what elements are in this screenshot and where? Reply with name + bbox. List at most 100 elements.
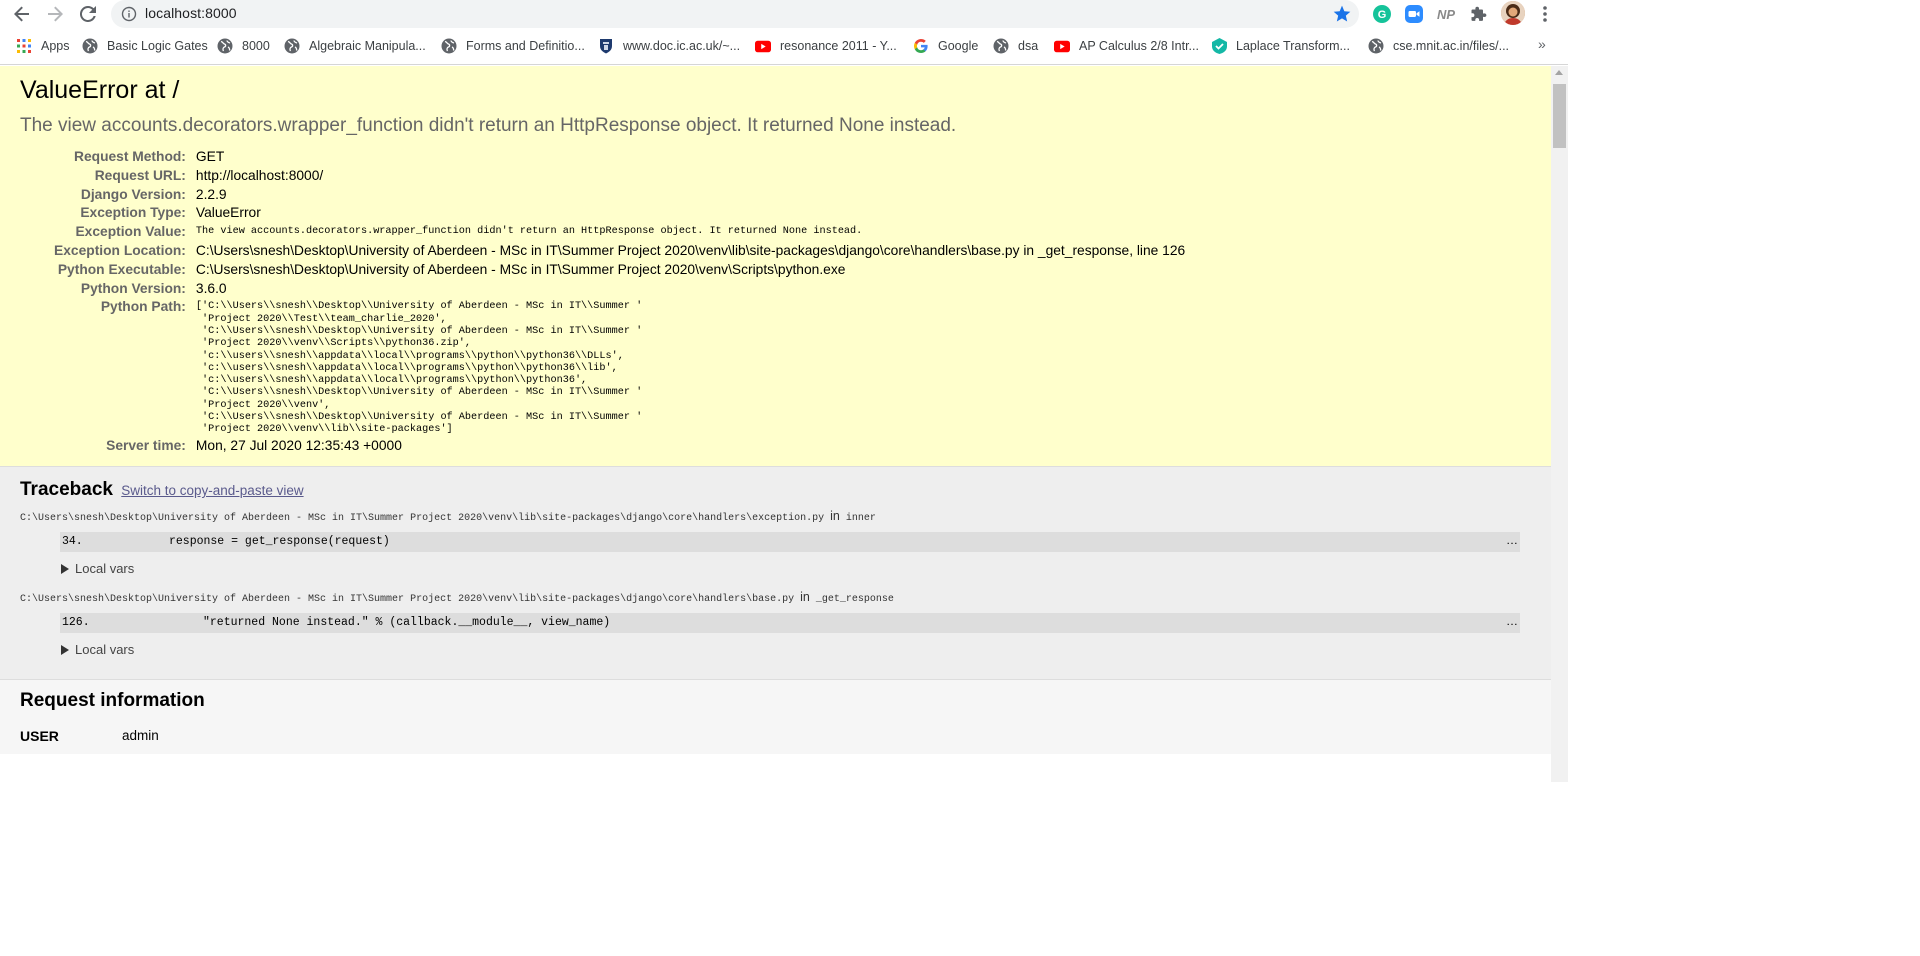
globe-icon bbox=[217, 38, 233, 54]
globe-icon bbox=[82, 38, 98, 54]
bookmark-doc-ic-ac-uk[interactable]: www.doc.ic.ac.uk/~... bbox=[598, 36, 740, 56]
scroll-thumb[interactable] bbox=[1553, 84, 1566, 148]
meta-key: Python Executable: bbox=[57, 261, 186, 277]
meta-value: 3.6.0 bbox=[195, 280, 227, 296]
local-vars-toggle[interactable]: Local vars bbox=[61, 642, 1531, 657]
np-extension[interactable]: NP bbox=[1435, 3, 1457, 25]
user-key: USER bbox=[20, 728, 59, 745]
meta-row: Python Executable: C:\Users\snesh\Deskto… bbox=[22, 261, 1185, 280]
traceback-heading: Traceback Switch to copy-and-paste view bbox=[20, 479, 1531, 501]
meta-key: Exception Value: bbox=[75, 224, 186, 240]
frame-file-path: C:\Users\snesh\Desktop\University of Abe… bbox=[20, 509, 1531, 524]
bookmarks-overflow-button[interactable]: » bbox=[1538, 36, 1546, 52]
copy-paste-view-link[interactable]: Switch to copy-and-paste view bbox=[121, 483, 303, 498]
bookmark-label: Basic Logic Gates bbox=[107, 39, 208, 53]
meta-row: Django Version: 2.2.9 bbox=[22, 186, 1185, 205]
bookmark-google[interactable]: Google bbox=[913, 36, 978, 56]
meta-key: Django Version: bbox=[80, 186, 186, 202]
reload-icon bbox=[80, 6, 96, 22]
more-vert-icon bbox=[1543, 6, 1547, 22]
grammarly-extension[interactable]: G bbox=[1371, 3, 1393, 25]
bookmark-apps[interactable]: Apps bbox=[16, 36, 70, 56]
arrow-right-icon bbox=[48, 6, 63, 22]
request-user-row: USER admin bbox=[20, 728, 1531, 744]
puzzle-icon bbox=[1471, 6, 1487, 21]
meta-value: Mon, 27 Jul 2020 12:35:43 +0000 bbox=[195, 437, 402, 453]
user-value: admin bbox=[122, 728, 159, 744]
back-button[interactable] bbox=[11, 3, 33, 25]
profile-avatar[interactable] bbox=[1501, 1, 1525, 25]
bookmark-ap-calculus[interactable]: AP Calculus 2/8 Intr... bbox=[1054, 36, 1199, 56]
address-bar[interactable]: localhost:8000 bbox=[111, 0, 1359, 28]
globe-icon bbox=[993, 38, 1009, 54]
error-summary: ValueError at / The view accounts.decora… bbox=[0, 66, 1551, 468]
browser-toolbar: localhost:8000 G NP bbox=[0, 0, 1568, 28]
globe-icon bbox=[1368, 38, 1384, 54]
bookmark-basic-logic-gates[interactable]: Basic Logic Gates bbox=[82, 36, 208, 56]
bookmark-dsa[interactable]: dsa bbox=[993, 36, 1038, 56]
meta-key: Python Path: bbox=[100, 299, 186, 315]
python-path-value: ['C:\\Users\\snesh\\Desktop\\University … bbox=[195, 301, 643, 436]
bookmark-label: Laplace Transform... bbox=[1236, 39, 1350, 53]
grammarly-icon: G bbox=[1373, 5, 1391, 23]
meta-row: Python Path: ['C:\\Users\\snesh\\Desktop… bbox=[22, 298, 1185, 436]
line-number: 126. bbox=[62, 616, 90, 630]
bookmarks-bar: Apps Basic Logic Gates 8000 Algebraic Ma… bbox=[0, 28, 1568, 65]
youtube-icon bbox=[1054, 38, 1070, 54]
triangle-right-icon bbox=[61, 563, 69, 574]
bookmark-algebraic-manipulation[interactable]: Algebraic Manipula... bbox=[284, 36, 426, 56]
bookmark-label: Google bbox=[938, 39, 979, 53]
code-line: "returned None instead." % (callback.__m… bbox=[203, 616, 611, 630]
meta-value: 2.2.9 bbox=[195, 186, 227, 202]
youtube-icon bbox=[755, 38, 771, 54]
bookmark-cse-mnit[interactable]: cse.mnit.ac.in/files/... bbox=[1368, 36, 1509, 56]
url-text[interactable]: localhost:8000 bbox=[145, 5, 237, 21]
browser-menu-button[interactable] bbox=[1534, 3, 1556, 25]
meta-row: Exception Value: The view accounts.decor… bbox=[22, 223, 1185, 242]
traceback-title: Traceback bbox=[20, 479, 113, 501]
frame-context-line[interactable]: 34. response = get_response(request) … bbox=[60, 530, 1520, 553]
bookmark-star-icon[interactable] bbox=[1332, 4, 1352, 24]
bookmark-label: 8000 bbox=[242, 39, 270, 53]
bookmark-label: Forms and Definitio... bbox=[466, 39, 585, 53]
meta-key: Python Version: bbox=[80, 280, 186, 296]
expand-context-icon[interactable]: … bbox=[1506, 611, 1518, 631]
bookmark-resonance-2011[interactable]: resonance 2011 - Y... bbox=[755, 36, 897, 56]
zoom-icon bbox=[1405, 5, 1423, 23]
meta-row: Exception Location: C:\Users\snesh\Deskt… bbox=[22, 242, 1185, 261]
bookmark-forms-and-definitions[interactable]: Forms and Definitio... bbox=[441, 36, 585, 56]
meta-key: Request Method: bbox=[74, 149, 186, 164]
reload-button[interactable] bbox=[77, 3, 99, 25]
forward-button[interactable] bbox=[44, 3, 66, 25]
bookmark-label: resonance 2011 - Y... bbox=[780, 39, 897, 53]
bookmark-label: Apps bbox=[41, 39, 70, 53]
bookmark-label: AP Calculus 2/8 Intr... bbox=[1079, 39, 1199, 53]
meta-value: ValueError bbox=[195, 205, 261, 221]
meta-key: Server time: bbox=[106, 437, 186, 453]
exception-value: The view accounts.decorators.wrapper_fun… bbox=[195, 226, 863, 238]
frame-path: C:\Users\snesh\Desktop\University of Abe… bbox=[20, 513, 825, 525]
request-meta-table: Request Method: GET Request URL: http://… bbox=[22, 148, 1185, 455]
zoom-extension[interactable] bbox=[1403, 3, 1425, 25]
meta-value: http://localhost:8000/ bbox=[195, 167, 324, 183]
extensions-button[interactable] bbox=[1468, 3, 1490, 25]
meta-value: GET bbox=[195, 149, 225, 164]
bookmark-label: cse.mnit.ac.in/files/... bbox=[1393, 39, 1510, 53]
frame-path: C:\Users\snesh\Desktop\University of Abe… bbox=[20, 594, 795, 606]
expand-context-icon[interactable]: … bbox=[1506, 530, 1518, 550]
globe-icon bbox=[284, 38, 300, 54]
frame-file-path: C:\Users\snesh\Desktop\University of Abe… bbox=[20, 590, 1531, 605]
shield-check-icon bbox=[1211, 38, 1227, 54]
request-information-section: Request information USER admin bbox=[0, 680, 1551, 755]
bookmark-label: dsa bbox=[1018, 39, 1039, 53]
local-vars-label: Local vars bbox=[75, 561, 135, 577]
scroll-up-arrow-icon[interactable] bbox=[1555, 70, 1563, 75]
meta-key: Exception Location: bbox=[54, 242, 186, 258]
frame-context-line[interactable]: 126. "returned None instead." % (callbac… bbox=[60, 611, 1520, 634]
info-icon[interactable] bbox=[121, 6, 137, 22]
bookmark-laplace-transform[interactable]: Laplace Transform... bbox=[1211, 36, 1350, 56]
local-vars-toggle[interactable]: Local vars bbox=[61, 561, 1531, 576]
meta-row: Request Method: GET bbox=[22, 148, 1185, 167]
bookmark-8000[interactable]: 8000 bbox=[217, 36, 270, 56]
page-scrollbar[interactable] bbox=[1551, 66, 1568, 782]
